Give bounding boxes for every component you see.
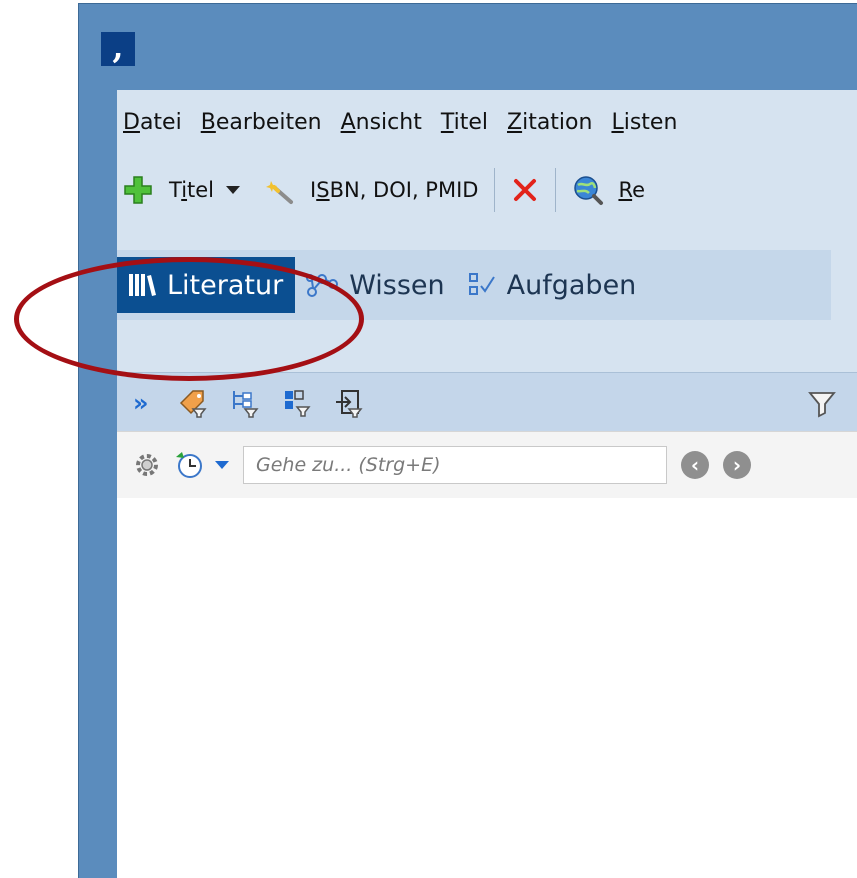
tab-wissen[interactable]: Wissen — [295, 257, 456, 313]
import-export-icon[interactable] — [333, 387, 365, 419]
back-arrow-icon[interactable]: ‹ — [681, 451, 709, 479]
menu-titel[interactable]: Titel — [439, 108, 490, 137]
menu-label: itel — [453, 109, 488, 135]
main-toolbar: Titel ISBN, DOI, PMID Re — [117, 154, 857, 226]
grid-filter-icon[interactable] — [281, 387, 313, 419]
tab-aufgaben-label: Aufgaben — [506, 269, 637, 301]
menu-label: nsicht — [355, 109, 422, 135]
delete-x-icon — [511, 176, 539, 204]
citavi-logo-icon[interactable]: , — [101, 31, 135, 66]
reference-panel-toolbar: » — [117, 372, 857, 432]
plus-icon — [123, 175, 153, 205]
menu-mnemonic: Z — [507, 109, 523, 135]
menu-mnemonic: T — [440, 109, 454, 135]
toolbar-separator — [555, 168, 557, 212]
chevron-down-icon[interactable] — [226, 186, 241, 194]
category-filter-icon[interactable] — [229, 387, 261, 419]
add-title-button[interactable]: Titel — [117, 169, 256, 211]
magic-wand-icon — [262, 175, 294, 205]
menu-zitation[interactable]: Zitation — [505, 108, 594, 137]
task-checklist-icon — [467, 270, 497, 300]
menu-bearbeiten[interactable]: Bearbeiten — [199, 108, 324, 137]
go-to-search-input[interactable]: Gehe zu... (Strg+E) — [243, 446, 667, 484]
forward-arrow-icon[interactable]: › — [723, 451, 751, 479]
research-button[interactable]: Re — [566, 168, 651, 212]
menu-label: itation — [522, 109, 593, 135]
isbn-doi-pmid-label: ISBN, DOI, PMID — [310, 178, 479, 202]
menu-bar: Datei Bearbeiten Ansicht Titel Zitation … — [117, 90, 857, 154]
tab-wissen-label: Wissen — [349, 269, 445, 301]
research-label: Re — [618, 178, 646, 202]
tag-filter-icon[interactable] — [177, 387, 209, 419]
menu-label: atei — [139, 109, 182, 135]
main-client-area: Datei Bearbeiten Ansicht Titel Zitation … — [117, 90, 857, 878]
tab-literatur-label: Literatur — [167, 269, 284, 301]
mode-switcher: Literatur Wissen Aufgaben — [117, 250, 831, 320]
menu-mnemonic: D — [123, 109, 140, 135]
menu-mnemonic: L — [611, 109, 624, 135]
menu-mnemonic: B — [200, 109, 216, 135]
isbn-doi-pmid-button[interactable]: ISBN, DOI, PMID — [256, 169, 484, 211]
menu-datei[interactable]: Datei — [121, 108, 184, 137]
tab-literatur[interactable]: Literatur — [117, 257, 296, 313]
menu-label: isten — [623, 109, 678, 135]
menu-label: earbeiten — [215, 109, 322, 135]
books-icon — [127, 271, 157, 299]
app-window: , Datei Bearbeiten Ansicht Titel Zitatio… — [78, 3, 857, 878]
history-clock-icon[interactable] — [173, 449, 205, 481]
reference-list-area — [117, 498, 857, 878]
menu-ansicht[interactable]: Ansicht — [339, 108, 424, 137]
knowledge-network-icon — [305, 270, 339, 300]
history-dropdown-chevron-icon[interactable] — [215, 461, 229, 469]
search-bar: Gehe zu... (Strg+E) ‹ › — [117, 431, 857, 499]
expand-chevrons-icon[interactable]: » — [133, 389, 149, 417]
title-bar[interactable]: , — [79, 4, 857, 90]
gear-icon[interactable] — [133, 451, 161, 479]
tab-aufgaben[interactable]: Aufgaben — [457, 257, 649, 313]
toolbar-separator — [494, 168, 496, 212]
globe-search-icon — [572, 174, 604, 206]
add-title-label: Titel — [169, 178, 215, 202]
filter-funnel-icon[interactable] — [807, 388, 837, 418]
menu-mnemonic: A — [340, 109, 356, 135]
delete-button[interactable] — [505, 170, 545, 210]
menu-listen[interactable]: Listen — [609, 108, 679, 137]
